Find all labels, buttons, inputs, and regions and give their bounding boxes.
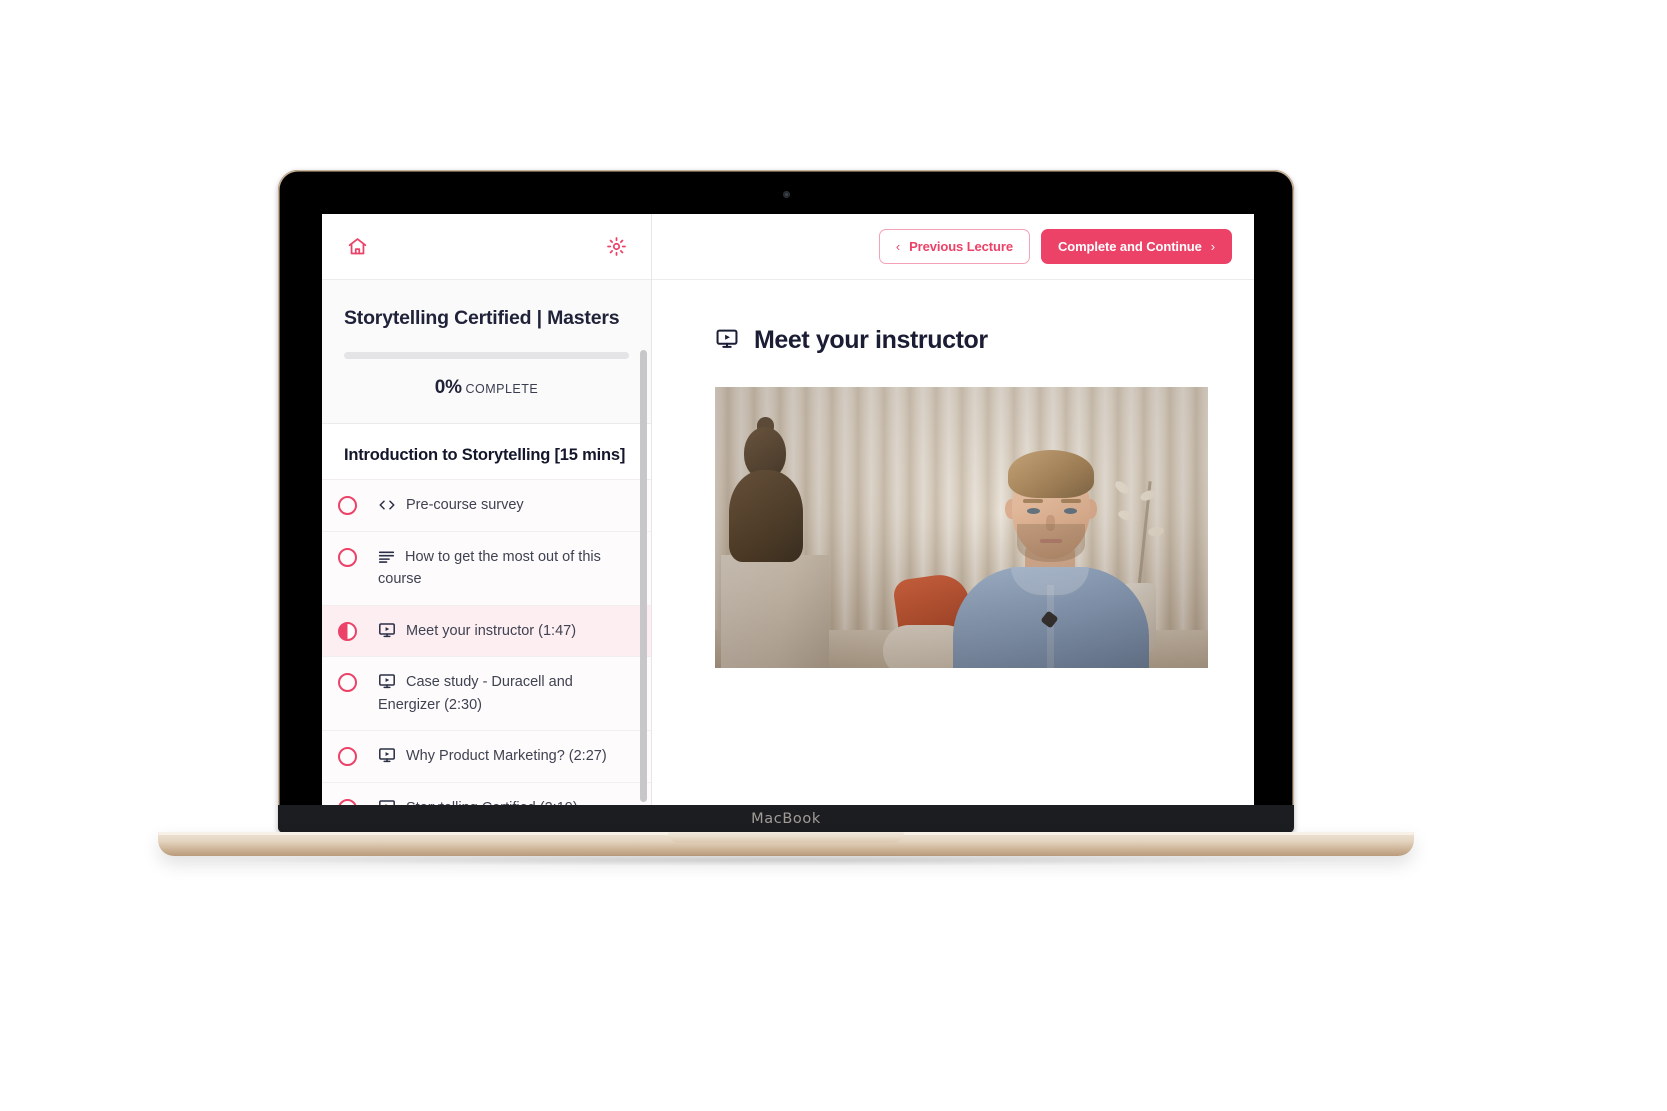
macbook-device: Storytelling Certified | Masters 0% COMP…: [158, 170, 1414, 866]
status-circle-incomplete-icon: [338, 547, 357, 567]
lecture-main: ‹ Previous Lecture Complete and Continue…: [652, 214, 1254, 805]
lesson-list: Pre-course survey How to get the most ou…: [322, 479, 651, 805]
course-header: Storytelling Certified | Masters 0% COMP…: [322, 280, 651, 425]
lesson-item-how-to-get-the-most[interactable]: How to get the most out of this course: [322, 530, 651, 605]
lesson-label: Case study - Duracell and Energizer (2:3…: [378, 674, 573, 713]
chevron-left-icon: ‹: [895, 239, 901, 254]
laptop-chin: MacBook: [278, 805, 1294, 833]
section-title: Introduction to Storytelling [15 mins]: [322, 424, 651, 480]
status-circle-in-progress-icon: [338, 621, 357, 641]
laptop-shadow: [218, 854, 1354, 866]
laptop-base-notch: [668, 832, 904, 843]
status-circle-incomplete-icon: [338, 496, 357, 516]
course-title: Storytelling Certified | Masters: [344, 307, 620, 329]
lesson-label: How to get the most out of this course: [378, 548, 601, 588]
laptop-base: [158, 832, 1414, 856]
video-icon: [378, 747, 396, 763]
course-sidebar: Storytelling Certified | Masters 0% COMP…: [322, 214, 652, 805]
lesson-status: [338, 620, 378, 641]
lesson-item-meet-your-instructor[interactable]: Meet your instructor (1:47): [322, 604, 651, 657]
lesson-status: [338, 546, 378, 567]
lecture-header: Meet your instructor: [715, 326, 1254, 355]
video-icon: [378, 673, 396, 689]
sidebar-scrollbar-thumb[interactable]: [640, 350, 647, 802]
laptop-lid: Storytelling Certified | Masters 0% COMP…: [278, 170, 1294, 833]
screenshot-stage: Storytelling Certified | Masters 0% COMP…: [0, 0, 1667, 1111]
complete-and-continue-label: Complete and Continue: [1057, 239, 1202, 254]
chevron-right-icon: ›: [1210, 239, 1215, 254]
previous-lecture-label: Previous Lecture: [909, 239, 1013, 254]
lesson-status: [338, 494, 378, 516]
gear-icon[interactable]: [603, 234, 629, 260]
lesson-item-storytelling-certified[interactable]: Storytelling Certified (2:19): [322, 781, 651, 805]
lesson-label: Why Product Marketing? (2:27): [406, 748, 607, 765]
complete-and-continue-button[interactable]: Complete and Continue ›: [1040, 229, 1232, 264]
progress-bar: [344, 352, 629, 360]
progress-complete-word: COMPLETE: [465, 382, 539, 397]
lesson-item-case-study-duracell[interactable]: Case study - Duracell and Energizer (2:3…: [322, 656, 651, 731]
image-vignette: [715, 387, 1208, 668]
previous-lecture-button[interactable]: ‹ Previous Lecture: [878, 229, 1030, 264]
text-icon: [378, 550, 395, 564]
lesson-item-pre-course-survey[interactable]: Pre-course survey: [322, 479, 651, 531]
lesson-status: [338, 797, 378, 805]
app-screen: Storytelling Certified | Masters 0% COMP…: [322, 214, 1254, 805]
lesson-item-why-product-marketing[interactable]: Why Product Marketing? (2:27): [322, 730, 651, 782]
progress-label: 0% COMPLETE: [344, 377, 629, 399]
progress-percent: 0%: [434, 377, 462, 399]
status-circle-incomplete-icon: [338, 673, 357, 693]
lesson-status: [338, 671, 378, 693]
page-title: Meet your instructor: [754, 326, 988, 354]
lecture-content: Meet your instructor: [652, 280, 1254, 805]
lesson-label: Pre-course survey: [406, 497, 524, 514]
lesson-label: Meet your instructor (1:47): [406, 622, 577, 639]
video-thumbnail[interactable]: [715, 387, 1208, 668]
code-icon: [378, 498, 396, 512]
macbook-brand-label: MacBook: [751, 811, 821, 827]
sidebar-toolbar: [322, 214, 651, 280]
sidebar-scrollbar-track[interactable]: [640, 280, 649, 805]
lecture-toolbar: ‹ Previous Lecture Complete and Continue…: [652, 214, 1254, 280]
status-circle-incomplete-icon: [338, 747, 357, 767]
lesson-status: [338, 745, 378, 767]
webcam-icon: [782, 191, 790, 198]
video-icon: [715, 328, 739, 354]
home-icon[interactable]: [344, 234, 370, 260]
video-icon: [378, 622, 396, 638]
